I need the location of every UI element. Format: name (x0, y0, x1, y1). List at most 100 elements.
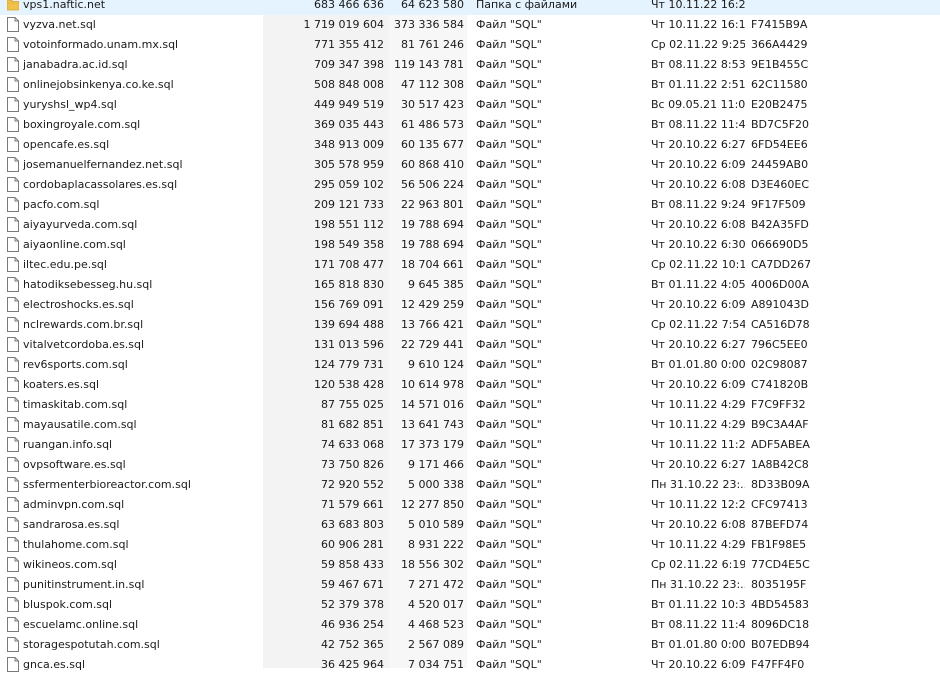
file-row[interactable]: vps1.naftic.net 683 466 636 64 623 580 П… (0, 0, 940, 15)
file-type: Файл "SQL" (476, 138, 542, 151)
file-row[interactable]: cordobaplacassolares.es.sql 295 059 102 … (0, 175, 940, 195)
file-packed-size: 12 277 850 (401, 498, 464, 511)
file-icon (7, 177, 19, 192)
file-row[interactable]: pacfo.com.sql 209 121 733 22 963 801 Фай… (0, 195, 940, 215)
file-size: 771 355 412 (314, 38, 384, 51)
file-size: 36 425 964 (321, 658, 384, 671)
file-row[interactable]: ovpsoftware.es.sql 73 750 826 9 171 466 … (0, 455, 940, 475)
file-row[interactable]: storagespotutah.com.sql 42 752 365 2 567… (0, 635, 940, 655)
file-row[interactable]: adminvpn.com.sql 71 579 661 12 277 850 Ф… (0, 495, 940, 515)
file-packed-size: 5 000 338 (408, 478, 464, 491)
file-packed-size: 18 556 302 (401, 558, 464, 571)
file-row[interactable]: electroshocks.es.sql 156 769 091 12 429 … (0, 295, 940, 315)
file-type: Файл "SQL" (476, 198, 542, 211)
file-icon (7, 497, 19, 512)
file-size: 683 466 636 (314, 0, 384, 11)
file-icon (7, 197, 19, 212)
file-row[interactable]: vyzva.net.sql 1 719 019 604 373 336 584 … (0, 15, 940, 35)
file-modified: Ср 02.11.22 7:54 (651, 318, 745, 331)
file-name: rev6sports.com.sql (23, 358, 128, 371)
file-size: 63 683 803 (321, 518, 384, 531)
file-modified: Вт 01.11.22 10:35 (651, 598, 745, 611)
file-packed-size: 47 112 308 (401, 78, 464, 91)
file-type: Файл "SQL" (476, 358, 542, 371)
file-icon (7, 117, 19, 132)
file-row[interactable]: mayausatile.com.sql 81 682 851 13 641 74… (0, 415, 940, 435)
file-icon (7, 357, 19, 372)
file-packed-size: 14 571 016 (401, 398, 464, 411)
file-icon (7, 257, 19, 272)
file-icon (7, 297, 19, 312)
file-row[interactable]: aiyayurveda.com.sql 198 551 112 19 788 6… (0, 215, 940, 235)
file-icon (7, 57, 19, 72)
file-icon (7, 657, 19, 672)
file-row[interactable]: votoinformado.unam.mx.sql 771 355 412 81… (0, 35, 940, 55)
file-row[interactable]: nclrewards.com.br.sql 139 694 488 13 766… (0, 315, 940, 335)
file-name: opencafe.es.sql (23, 138, 110, 151)
file-crc: CA516D78 (751, 318, 810, 331)
file-row[interactable]: escuelamc.online.sql 46 936 254 4 468 52… (0, 615, 940, 635)
file-size: 369 035 443 (314, 118, 384, 131)
file-row[interactable]: ssfermenterbioreactor.com.sql 72 920 552… (0, 475, 940, 495)
file-crc: F47FF4F0 (751, 658, 805, 671)
file-row[interactable]: hatodiksebesseg.hu.sql 165 818 830 9 645… (0, 275, 940, 295)
file-row[interactable]: ruangan.info.sql 74 633 068 17 373 179 Ф… (0, 435, 940, 455)
file-name: janabadra.ac.id.sql (23, 58, 128, 71)
file-packed-size: 13 641 743 (401, 418, 464, 431)
file-row[interactable]: iltec.edu.pe.sql 171 708 477 18 704 661 … (0, 255, 940, 275)
file-row[interactable]: josemanuelfernandez.net.sql 305 578 959 … (0, 155, 940, 175)
file-row[interactable]: aiyaonline.com.sql 198 549 358 19 788 69… (0, 235, 940, 255)
file-icon (7, 337, 19, 352)
file-size: 198 551 112 (314, 218, 384, 231)
file-row[interactable]: wikineos.com.sql 59 858 433 18 556 302 Ф… (0, 555, 940, 575)
file-size: 295 059 102 (314, 178, 384, 191)
file-size: 165 818 830 (314, 278, 384, 291)
file-crc: 8096DC18 (751, 618, 810, 631)
file-packed-size: 9 610 124 (408, 358, 464, 371)
file-row[interactable]: vitalvetcordoba.es.sql 131 013 596 22 72… (0, 335, 940, 355)
file-icon (7, 597, 19, 612)
file-size: 449 949 519 (314, 98, 384, 111)
file-type: Файл "SQL" (476, 638, 542, 651)
file-size: 71 579 661 (321, 498, 384, 511)
file-size: 124 779 731 (314, 358, 384, 371)
file-modified: Чт 20.10.22 6:08 (651, 218, 745, 231)
file-name: vps1.naftic.net (23, 0, 106, 11)
file-crc: D3E460EC (751, 178, 810, 191)
file-name: nclrewards.com.br.sql (23, 318, 144, 331)
file-packed-size: 22 729 441 (401, 338, 464, 351)
file-modified: Чт 20.10.22 6:27 (651, 138, 745, 151)
file-packed-size: 64 623 580 (401, 0, 464, 11)
folder-icon (7, 0, 19, 11)
file-name: gnca.es.sql (23, 658, 86, 671)
file-crc: F7415B9A (751, 18, 808, 31)
file-row[interactable]: gnca.es.sql 36 425 964 7 034 751 Файл "S… (0, 655, 940, 675)
file-row[interactable]: janabadra.ac.id.sql 709 347 398 119 143 … (0, 55, 940, 75)
file-crc: E20B2475 (751, 98, 808, 111)
file-packed-size: 12 429 259 (401, 298, 464, 311)
file-row[interactable]: koaters.es.sql 120 538 428 10 614 978 Фа… (0, 375, 940, 395)
file-type: Файл "SQL" (476, 258, 542, 271)
file-crc: 24459AB0 (751, 158, 809, 171)
file-modified: Чт 20.10.22 6:09 (651, 658, 745, 671)
file-row[interactable]: onlinejobsinkenya.co.ke.sql 508 848 008 … (0, 75, 940, 95)
file-row[interactable]: sandrarosa.es.sql 63 683 803 5 010 589 Ф… (0, 515, 940, 535)
file-row[interactable]: yuryshsl_wp4.sql 449 949 519 30 517 423 … (0, 95, 940, 115)
file-row[interactable]: timaskitab.com.sql 87 755 025 14 571 016… (0, 395, 940, 415)
file-row[interactable]: thulahome.com.sql 60 906 281 8 931 222 Ф… (0, 535, 940, 555)
file-packed-size: 60 135 677 (401, 138, 464, 151)
file-row[interactable]: bluspok.com.sql 52 379 378 4 520 017 Фай… (0, 595, 940, 615)
file-type: Файл "SQL" (476, 238, 542, 251)
file-row[interactable]: boxingroyale.com.sql 369 035 443 61 486 … (0, 115, 940, 135)
file-icon (7, 237, 19, 252)
file-crc: F7C9FF32 (751, 398, 806, 411)
file-crc: 4BD54583 (751, 598, 810, 611)
file-row[interactable]: rev6sports.com.sql 124 779 731 9 610 124… (0, 355, 940, 375)
file-crc: 1A8B42C8 (751, 458, 809, 471)
file-row[interactable]: opencafe.es.sql 348 913 009 60 135 677 Ф… (0, 135, 940, 155)
file-type: Файл "SQL" (476, 478, 542, 491)
file-size: 46 936 254 (321, 618, 384, 631)
file-type: Файл "SQL" (476, 498, 542, 511)
file-row[interactable]: punitinstrument.in.sql 59 467 671 7 271 … (0, 575, 940, 595)
file-size: 87 755 025 (321, 398, 384, 411)
